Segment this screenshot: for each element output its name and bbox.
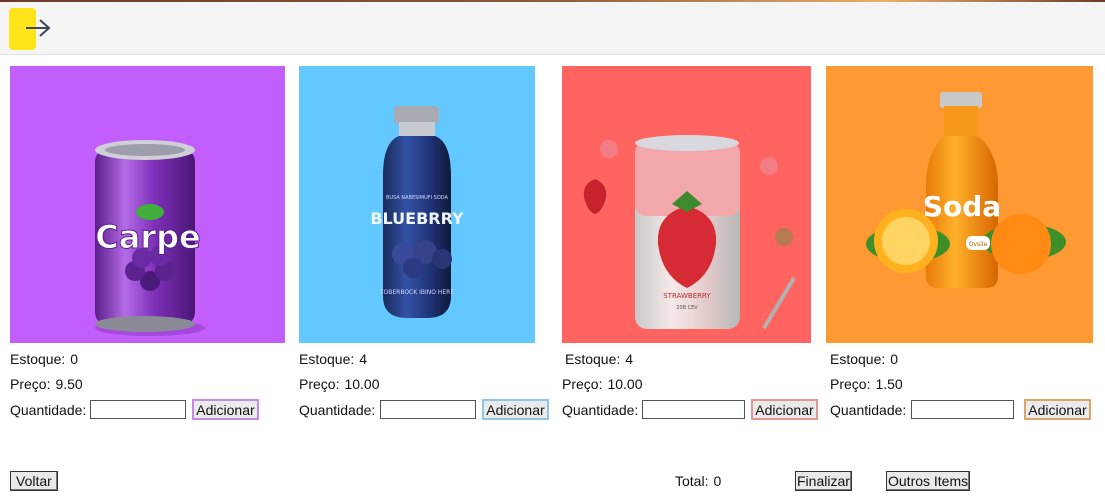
quantity-input[interactable] bbox=[642, 400, 746, 419]
price-value: 9.50 bbox=[55, 376, 83, 392]
price-row: Preço: 9.50 bbox=[10, 376, 83, 392]
add-button[interactable]: Adicionar bbox=[192, 399, 259, 420]
top-toolbar bbox=[0, 2, 1105, 55]
price-row: Preço: 10.00 bbox=[299, 376, 380, 392]
svg-text:Soda: Soda bbox=[923, 190, 1001, 223]
orange-soda-bottle-image: Soda Ovsile bbox=[866, 92, 1066, 288]
svg-text:TOBERBOCK IBINO HERE: TOBERBOCK IBINO HERE bbox=[379, 289, 454, 296]
quantity-input[interactable] bbox=[911, 400, 1015, 419]
blueberry-bottle-image: BUSA NABESIMUFI SODA BLUEBRRY TOBERBOCK … bbox=[370, 106, 464, 318]
stock-label: Estoque: bbox=[10, 351, 66, 367]
quantity-label: Quantidade: bbox=[562, 401, 639, 418]
stock-label: Estoque: bbox=[565, 351, 621, 367]
stock-row: Estoque: 0 bbox=[10, 351, 78, 367]
stock-value: 4 bbox=[359, 351, 368, 367]
product-card: Carpe Estoque: 0 Preço: 9.50 Quantidade: A… bbox=[10, 66, 285, 420]
svg-text:STRAWBERRY: STRAWBERRY bbox=[663, 292, 711, 300]
svg-text:Carpe: Carpe bbox=[95, 218, 200, 256]
add-button[interactable]: Adicionar bbox=[482, 399, 549, 420]
price-row: Preço: 10.00 bbox=[562, 376, 643, 392]
product-card: Soda Ovsile Estoque: 0 Preço: 1.50 Quantid… bbox=[826, 66, 1093, 420]
stock-row: Estoque: 4 bbox=[565, 351, 633, 367]
product-image: STRAWBERRY 20B CEV bbox=[562, 66, 811, 343]
svg-text:Ovsile: Ovsile bbox=[969, 241, 988, 248]
product-image: BUSA NABESIMUFI SODA BLUEBRRY TOBERBOCK … bbox=[299, 66, 535, 343]
other-items-button[interactable]: Outros Items bbox=[886, 471, 971, 491]
finish-button[interactable]: Finalizar bbox=[795, 471, 852, 491]
stock-value: 4 bbox=[625, 351, 634, 367]
price-value: 10.00 bbox=[607, 376, 643, 392]
stock-row: Estoque: 4 bbox=[299, 351, 367, 367]
quantity-input[interactable] bbox=[90, 400, 187, 419]
stock-label: Estoque: bbox=[830, 351, 886, 367]
price-value: 10.00 bbox=[344, 376, 380, 392]
arrow-right-icon[interactable] bbox=[24, 17, 52, 39]
price-label: Preço: bbox=[299, 376, 340, 392]
total-label: Total: bbox=[675, 473, 709, 489]
add-button[interactable]: Adicionar bbox=[751, 399, 818, 420]
svg-text:20B CEV: 20B CEV bbox=[676, 305, 698, 311]
product-image: Carpe bbox=[10, 66, 285, 343]
order-total: Total: 0 bbox=[675, 473, 721, 489]
strawberry-soda-can-image: STRAWBERRY 20B CEV bbox=[583, 135, 796, 330]
price-label: Preço: bbox=[830, 376, 871, 392]
quantity-label: Quantidade: bbox=[299, 401, 376, 418]
grape-soda-can-image: Carpe bbox=[95, 140, 205, 336]
stock-label: Estoque: bbox=[299, 351, 355, 367]
quantity-input[interactable] bbox=[380, 400, 477, 419]
add-button[interactable]: Adicionar bbox=[1024, 399, 1091, 420]
back-button[interactable]: Voltar bbox=[10, 471, 58, 491]
quantity-label: Quantidade: bbox=[10, 401, 87, 418]
quantity-label: Quantidade: bbox=[830, 401, 907, 418]
total-value: 0 bbox=[713, 473, 722, 489]
stock-row: Estoque: 0 bbox=[830, 351, 898, 367]
product-card: STRAWBERRY 20B CEV Estoque: 4 Preço: 10.00… bbox=[562, 66, 818, 420]
stock-value: 0 bbox=[70, 351, 79, 367]
quantity-row: Quantidade: Adicionar bbox=[299, 399, 549, 420]
svg-text:BUSA NABESIMUFI SODA: BUSA NABESIMUFI SODA bbox=[386, 195, 449, 201]
price-label: Preço: bbox=[10, 376, 51, 392]
svg-text:BLUEBRRY: BLUEBRRY bbox=[370, 209, 464, 228]
quantity-row: Quantidade: Adicionar bbox=[10, 399, 259, 420]
product-card: BUSA NABESIMUFI SODA BLUEBRRY TOBERBOCK … bbox=[299, 66, 549, 420]
quantity-row: Quantidade: Adicionar bbox=[830, 399, 1091, 420]
price-label: Preço: bbox=[562, 376, 603, 392]
price-value: 1.50 bbox=[875, 376, 903, 392]
quantity-row: Quantidade: Adicionar bbox=[562, 399, 818, 420]
price-row: Preço: 1.50 bbox=[830, 376, 903, 392]
stock-value: 0 bbox=[890, 351, 899, 367]
product-image: Soda Ovsile bbox=[826, 66, 1093, 343]
